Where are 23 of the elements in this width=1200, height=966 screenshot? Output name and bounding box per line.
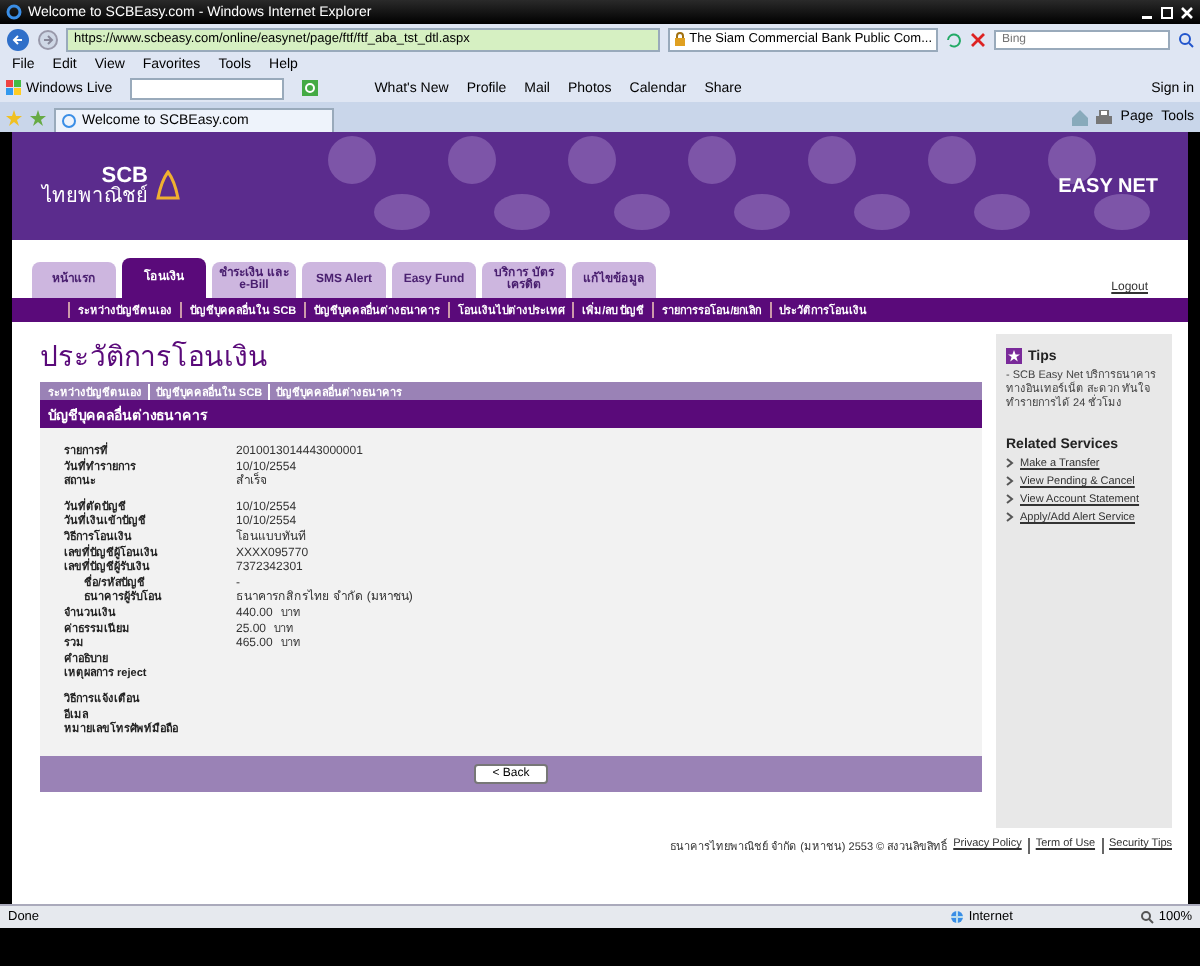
maximize-icon[interactable]	[1160, 5, 1174, 19]
ie-logo-icon	[6, 4, 22, 20]
forward-icon[interactable]	[38, 29, 58, 49]
globe-icon	[950, 910, 965, 924]
page-icon	[62, 114, 76, 128]
back-icon[interactable]	[6, 27, 30, 51]
zoom-icon	[1140, 910, 1155, 924]
close-icon[interactable]	[1180, 5, 1194, 19]
product-name: EASY NET	[1058, 175, 1158, 197]
print-icon[interactable]	[1096, 109, 1113, 125]
logo-text: SCB	[101, 165, 148, 187]
star-icon	[1006, 348, 1022, 364]
windows-flag-icon	[6, 80, 22, 96]
page-title: ประวัติการโอนเงิน	[40, 338, 270, 376]
refresh-icon[interactable]	[946, 31, 962, 47]
padlock-icon	[673, 32, 686, 46]
stop-icon[interactable]	[970, 31, 986, 47]
logo-thai-text: ไทยพาณิชย์	[42, 187, 148, 207]
search-go-icon[interactable]	[302, 80, 319, 96]
favorites-star-icon[interactable]	[6, 109, 22, 125]
search-icon[interactable]	[1178, 31, 1194, 47]
live-search-field[interactable]	[130, 77, 285, 99]
bell-logo-icon	[156, 170, 180, 202]
